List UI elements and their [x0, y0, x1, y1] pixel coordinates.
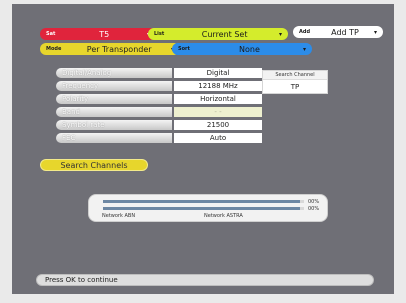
frequency-label: Frequency	[56, 81, 172, 91]
search-channel-box[interactable]: Search Channel TP	[262, 70, 328, 94]
list-value: Current Set	[201, 29, 248, 39]
signal-quality-bar	[103, 207, 304, 210]
band-value: - -	[174, 107, 262, 117]
chevron-down-icon: ▾	[373, 28, 377, 36]
add-tp-label: Add TP	[331, 27, 359, 37]
signal-quality-percent: 00%	[308, 206, 320, 212]
satellite-key-label: Sat	[46, 31, 56, 37]
signal-strength-fill	[103, 200, 300, 203]
satellite-selector[interactable]: Sat T5 ▾	[40, 28, 156, 40]
frequency-value[interactable]: 12188 MHz	[174, 81, 262, 91]
chevron-down-icon: ▾	[278, 30, 282, 38]
chevron-down-icon: ▾	[302, 45, 306, 53]
digital-analog-label: Digital/Analog	[56, 68, 172, 78]
satellite-value: T5	[99, 29, 110, 39]
footer-message: Press OK to continue	[45, 276, 118, 284]
search-channels-button[interactable]: Search Channels	[40, 159, 148, 171]
signal-strength-percent: 00%	[308, 199, 320, 205]
receiver-screen: Sat T5 ▾ List Current Set ▾ Add Add TP ▾…	[12, 4, 394, 294]
signal-quality-fill	[103, 207, 300, 210]
mode-value: Per Transponder	[86, 44, 152, 54]
fec-label: FEC	[56, 133, 172, 143]
mode-selector[interactable]: Mode Per Transponder ▾	[40, 43, 180, 55]
digital-analog-value[interactable]: Digital	[174, 68, 262, 78]
polarity-value[interactable]: Horizontal	[174, 94, 262, 104]
fec-value[interactable]: Auto	[174, 133, 262, 143]
mode-key-label: Mode	[46, 46, 62, 52]
band-label: Band	[56, 107, 172, 117]
status-footer: Press OK to continue	[36, 274, 374, 286]
search-channel-title: Search Channel	[263, 71, 327, 80]
search-channel-value: TP	[290, 83, 300, 91]
sort-selector[interactable]: Sort None ▾	[172, 43, 312, 55]
sort-value: None	[239, 44, 260, 54]
signal-strength-bar	[103, 200, 304, 203]
list-selector[interactable]: List Current Set ▾	[148, 28, 288, 40]
polarity-label: Polarity	[56, 94, 172, 104]
add-key-label: Add	[299, 29, 311, 35]
network-right-caption: Network ASTRA	[204, 213, 243, 219]
list-key-label: List	[154, 31, 165, 37]
symbol-rate-value[interactable]: 21500	[174, 120, 262, 130]
network-left-caption: Network ABN	[102, 213, 136, 219]
symbol-rate-label: Symbol rate	[56, 120, 172, 130]
add-tp-button[interactable]: Add Add TP ▾	[293, 26, 383, 38]
search-channels-label: Search Channels	[60, 160, 128, 170]
sort-key-label: Sort	[178, 46, 190, 52]
